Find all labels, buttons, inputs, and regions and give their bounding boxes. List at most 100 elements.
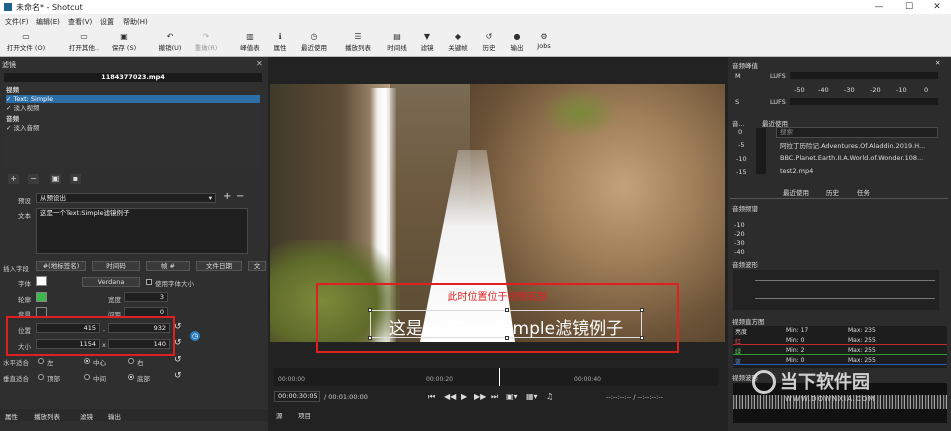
save-button[interactable]: ▣ 保存 (S) xyxy=(106,32,142,52)
filter-item[interactable]: ✓ Text: Simple xyxy=(6,95,260,103)
tab-export[interactable]: 输出 xyxy=(108,411,121,421)
tab-source[interactable]: 源 xyxy=(276,410,283,420)
valign-middle-radio[interactable] xyxy=(84,374,90,380)
menu-settings[interactable]: 设置 xyxy=(100,17,114,27)
text-input[interactable]: 这是一个Text:Simple滤镜例子 xyxy=(36,208,248,254)
tab-project[interactable]: 项目 xyxy=(298,410,311,420)
redo-button[interactable]: ↷ 重做(R) xyxy=(190,32,222,52)
menu-edit[interactable]: 编辑(E) xyxy=(36,17,60,27)
thickness-spinbox[interactable]: 3 xyxy=(124,292,168,302)
position-x-input[interactable]: 415 xyxy=(36,323,100,333)
size-height-input[interactable]: 140 xyxy=(108,339,170,349)
tab-playlist[interactable]: 播放列表 xyxy=(34,411,60,421)
list-item[interactable]: BBC.Planet.Earth.II.A.World.of.Wonder.10… xyxy=(778,152,938,164)
video-histogram-title: 视频直方图 xyxy=(732,318,765,326)
insert-date-button[interactable]: 文件日期 xyxy=(196,261,242,271)
reset-position-icon[interactable]: ↺ xyxy=(174,322,182,332)
outline-color-swatch[interactable] xyxy=(36,292,47,302)
close-icon[interactable]: ✕ xyxy=(935,59,940,67)
export-button[interactable]: ● 输出 xyxy=(506,32,528,52)
volume-icon[interactable]: ♫ xyxy=(546,392,553,401)
insert-tag-button[interactable]: #(地标签名) xyxy=(36,261,86,271)
skip-start-icon[interactable]: ⏮ xyxy=(428,392,435,402)
insert-frame-button[interactable]: 帧 # xyxy=(146,261,190,271)
position-y-input[interactable]: 932 xyxy=(108,323,170,333)
add-filter-button[interactable]: + xyxy=(8,174,19,184)
delete-preset-icon[interactable]: − xyxy=(236,191,244,202)
app-icon xyxy=(4,3,12,11)
minimize-button[interactable]: — xyxy=(872,1,886,13)
maximize-button[interactable]: ☐ xyxy=(902,1,916,13)
valign-top-radio[interactable] xyxy=(38,374,44,380)
playlist-button[interactable]: ☰ 播放列表 xyxy=(340,32,376,52)
scrubber-bar[interactable] xyxy=(274,368,718,386)
save-preset-icon[interactable]: + xyxy=(223,191,231,202)
grid-icon[interactable]: ▦▾ xyxy=(526,392,538,401)
peak-meter-button[interactable]: ▥ 峰值表 xyxy=(236,32,264,52)
halign-right-radio[interactable] xyxy=(128,358,134,364)
playhead[interactable] xyxy=(499,368,500,386)
rewind-icon[interactable]: ◀◀ xyxy=(444,392,456,401)
halign-center-radio[interactable] xyxy=(84,358,90,364)
reset-halign-icon[interactable]: ↺ xyxy=(174,355,182,365)
in-out-point: --:--:--:-- / --:--:--:-- xyxy=(606,393,663,401)
menu-help[interactable]: 帮助(H) xyxy=(123,17,148,27)
filters-button[interactable]: ▼ 滤镜 xyxy=(416,32,438,52)
keyframe-toggle-icon[interactable]: ◷ xyxy=(190,331,200,341)
list-item[interactable]: 阿拉丁历险记.Adventures.Of.Aladdin.2019.H... xyxy=(778,140,938,152)
valign-top-label: 顶部 xyxy=(47,375,60,383)
deselect-filter-icon[interactable]: ▪ xyxy=(70,174,81,184)
window-title: 未命名* - Shotcut xyxy=(16,3,83,12)
skip-end-icon[interactable]: ⏭ xyxy=(491,392,498,402)
filter-icon: ▼ xyxy=(423,32,431,41)
resize-handle[interactable] xyxy=(505,308,509,312)
audio-waveform-view xyxy=(733,270,939,310)
undo-button[interactable]: ↶ 撤销(U) xyxy=(154,32,186,52)
close-icon[interactable]: ✕ xyxy=(256,59,263,68)
insert-file-button[interactable]: 文 xyxy=(248,261,266,271)
open-other-button[interactable]: ▭ 打开其他.. xyxy=(64,32,104,52)
properties-button[interactable]: ℹ 属性 xyxy=(268,32,292,52)
halign-left-radio[interactable] xyxy=(38,358,44,364)
keyframes-button[interactable]: ◆ 关键帧 xyxy=(444,32,472,52)
close-window-button[interactable]: ✕ xyxy=(930,1,944,13)
resize-handle[interactable] xyxy=(368,308,372,312)
play-icon[interactable]: ▶ xyxy=(461,392,467,401)
recent-search-input[interactable]: 搜索 xyxy=(776,127,938,138)
insert-timecode-button[interactable]: 时间码 xyxy=(92,261,140,271)
watermark-logo-icon xyxy=(752,370,776,394)
menu-view[interactable]: 查看(V) xyxy=(68,17,92,27)
recent-button[interactable]: ◷ 最近使用 xyxy=(296,32,332,52)
history-button[interactable]: ↺ 历史 xyxy=(478,32,500,52)
level-meter xyxy=(756,128,766,174)
use-font-size-checkbox[interactable] xyxy=(146,279,152,285)
reset-valign-icon[interactable]: ↺ xyxy=(174,371,182,381)
font-color-swatch[interactable] xyxy=(36,276,47,286)
tab-properties[interactable]: 属性 xyxy=(5,411,18,421)
spectrum-label: -10 xyxy=(734,221,745,229)
reset-size-icon[interactable]: ↺ xyxy=(174,338,182,348)
zoom-icon[interactable]: ▣▾ xyxy=(506,392,518,401)
open-file-button[interactable]: ▭ 打开文件 (O) xyxy=(4,32,48,52)
tab-filters[interactable]: 滤镜 xyxy=(80,411,93,421)
size-width-input[interactable]: 1154 xyxy=(36,339,100,349)
valign-bottom-radio[interactable] xyxy=(128,374,134,380)
filter-item[interactable]: ✓ 淡入视频 xyxy=(6,104,260,112)
fast-forward-icon[interactable]: ▶▶ xyxy=(474,392,486,401)
peak-meter-right xyxy=(790,98,938,105)
timecode-input[interactable]: 00:00:30:05 xyxy=(274,391,320,402)
jobs-button[interactable]: ⚙ Jobs xyxy=(533,32,555,50)
timeline-button[interactable]: ▤ 时间线 xyxy=(382,32,412,52)
filter-item[interactable]: ✓ 淡入音频 xyxy=(6,124,260,132)
remove-filter-button[interactable]: − xyxy=(28,174,39,184)
tab-recent[interactable]: 最近使用 xyxy=(783,187,809,197)
copy-filter-icon[interactable]: ▣ xyxy=(50,174,61,184)
menu-file[interactable]: 文件(F) xyxy=(5,17,29,27)
tab-history[interactable]: 历史 xyxy=(826,187,839,197)
tab-jobs[interactable]: 任务 xyxy=(857,187,870,197)
resize-handle[interactable] xyxy=(640,308,644,312)
preset-dropdown[interactable]: 从预设出 ▾ xyxy=(36,193,216,203)
list-item[interactable]: test2.mp4 xyxy=(778,165,938,177)
chevron-down-icon: ▾ xyxy=(208,194,212,202)
font-button[interactable]: Verdana xyxy=(82,277,140,287)
